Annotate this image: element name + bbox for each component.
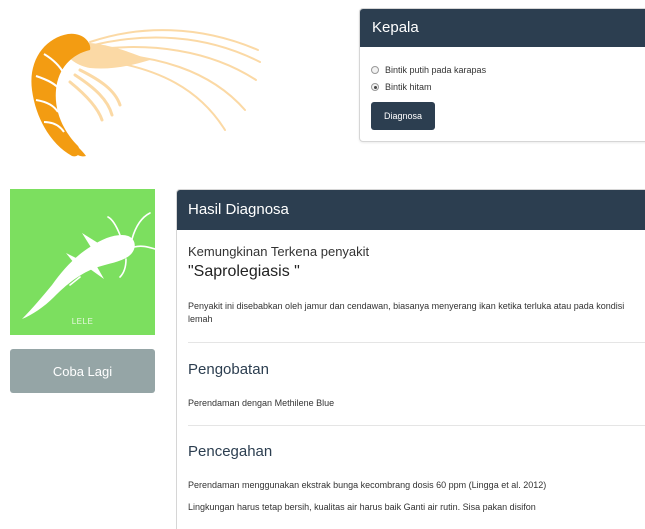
catfish-icon [22, 212, 155, 319]
fish-label: LELE [71, 317, 94, 326]
radio-button[interactable] [371, 66, 379, 74]
kepala-panel: Kepala Bintik putih pada karapas Bintik … [359, 8, 645, 142]
pencegahan-item: Lingkungan harus tetap bersih, kualitas … [188, 502, 536, 512]
hasil-diagnosa-panel: Hasil Diagnosa Kemungkinan Terkena penya… [176, 189, 645, 529]
divider [188, 342, 645, 343]
radio-button-checked[interactable] [371, 83, 379, 91]
pengobatan-text: Perendaman dengan Methilene Blue [188, 398, 335, 408]
fish-card: LELE [10, 189, 155, 335]
disease-name: "Saprolegiasis " [188, 263, 300, 280]
coba-lagi-button[interactable]: Coba Lagi [10, 349, 155, 393]
pencegahan-heading: Pencegahan [188, 443, 273, 460]
shrimp-illustration [31, 29, 261, 157]
option-label: Bintik putih pada karapas [385, 65, 487, 75]
option-label: Bintik hitam [385, 82, 432, 92]
option-bintik-putih[interactable]: Bintik putih pada karapas [371, 65, 486, 75]
kepala-title: Kepala [360, 9, 645, 47]
option-bintik-hitam[interactable]: Bintik hitam [371, 82, 432, 92]
hasil-title: Hasil Diagnosa [177, 190, 645, 230]
disease-description: Penyakit ini disebabkan oleh jamur dan c… [188, 301, 625, 324]
diagnosa-button[interactable]: Diagnosa [371, 102, 435, 130]
diagnosis-subtitle: Kemungkinan Terkena penyakit [188, 244, 370, 259]
pengobatan-heading: Pengobatan [188, 361, 269, 378]
divider [188, 425, 645, 426]
pencegahan-item: Perendaman menggunakan ekstrak bunga kec… [188, 480, 547, 490]
